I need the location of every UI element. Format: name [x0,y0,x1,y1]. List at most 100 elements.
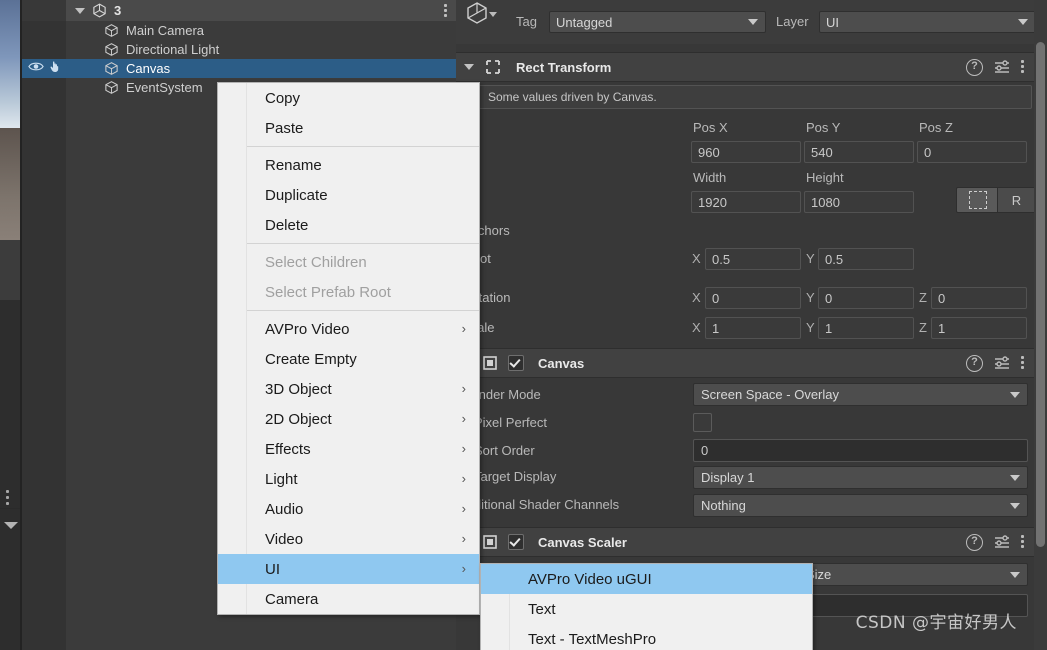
chevron-right-icon: › [461,411,466,426]
game-object-icon [104,42,119,57]
sort-order-label: Sort Order [474,443,535,458]
tag-dropdown[interactable]: Untagged [549,11,766,33]
canvas-scaler-icon [482,534,498,550]
context-menu-item-effects[interactable]: Effects › [218,434,479,464]
shader-channels-label: Additional Shader Channels [458,497,620,512]
component-kebab-icon[interactable] [1021,59,1024,75]
sort-order-input[interactable]: 0 [693,439,1028,462]
submenu-item-text[interactable]: Text [481,594,812,624]
preset-icon[interactable] [994,355,1010,371]
pos-y-input[interactable]: 540 [804,141,914,163]
hierarchy-context-menu[interactable]: Copy Paste Rename Duplicate Delete Select Chi… [217,82,480,615]
context-menu-item-avpro-video[interactable]: AVPro Video › [218,314,479,344]
context-menu-item-rename[interactable]: Rename [218,150,479,180]
pos-x-input[interactable]: 960 [691,141,801,163]
submenu-item-label: Text - TextMeshPro [528,630,657,648]
context-menu-item-label: 3D Object [265,380,332,398]
component-kebab-icon[interactable] [1021,355,1024,371]
context-menu-item-label: Select Children [265,253,367,271]
context-menu-separator [246,243,479,244]
anchor-r-button[interactable]: R [997,187,1036,213]
context-menu-item-duplicate[interactable]: Duplicate [218,180,479,210]
ui-submenu[interactable]: AVPro Video uGUI Text Text - TextMeshPro [480,563,813,650]
context-menu-item-audio[interactable]: Audio › [218,494,479,524]
context-menu-item-label: Video [265,530,304,548]
scene-toolbar-strip[interactable] [0,240,22,529]
hierarchy-row-directional-light[interactable]: Directional Light [22,40,456,59]
hierarchy-scene-header[interactable]: 3 [66,0,456,21]
canvas-scaler-enabled-checkbox[interactable] [508,534,524,550]
inspector-scrollbar-thumb[interactable] [1036,42,1045,547]
context-menu-item-light[interactable]: Light › [218,464,479,494]
component-header-icons: ? [966,533,1024,551]
chevron-down-icon[interactable] [75,7,85,14]
width-input[interactable]: 1920 [691,191,801,213]
pos-z-input[interactable]: 0 [917,141,1027,163]
component-header-icons: ? [966,58,1024,76]
context-menu-item-label: Paste [265,119,304,137]
context-menu-item-select-prefab-root: Select Prefab Root [218,277,479,307]
render-mode-dropdown[interactable]: Screen Space - Overlay [693,383,1028,406]
context-menu-item-camera[interactable]: Camera [218,584,479,614]
context-menu-item-ui[interactable]: UI › [218,554,479,584]
scene-view-strip[interactable] [0,0,22,650]
preset-icon[interactable] [994,59,1010,75]
context-menu-item-2d-object[interactable]: 2D Object › [218,404,479,434]
anchor-preset-button[interactable] [956,187,1000,213]
eye-icon[interactable] [28,60,44,78]
height-input[interactable]: 1080 [804,191,914,213]
context-menu-item-copy[interactable]: Copy [218,83,479,113]
context-menu-item-3d-object[interactable]: 3D Object › [218,374,479,404]
submenu-item-avpro-video-ugui[interactable]: AVPro Video uGUI [481,564,812,594]
rotation-x-input[interactable]: 0 [705,287,801,309]
scale-x-value: 1 [712,320,720,336]
submenu-item-label: Text [528,600,556,618]
chevron-down-icon [1010,571,1020,578]
hierarchy-kebab-icon[interactable] [444,4,448,18]
pivot-y-input[interactable]: 0.5 [818,248,914,270]
scale-z-input[interactable]: 1 [931,317,1027,339]
height-label: Height [806,170,844,185]
hand-pointer-icon[interactable] [48,59,62,78]
submenu-item-text-textmeshpro[interactable]: Text - TextMeshPro [481,624,812,650]
help-icon[interactable]: ? [966,354,983,372]
chevron-down-icon[interactable] [489,12,497,17]
pivot-x-input[interactable]: 0.5 [705,248,801,270]
context-menu-item-label: Select Prefab Root [265,283,391,301]
context-menu-item-create-empty[interactable]: Create Empty [218,344,479,374]
help-icon[interactable]: ? [966,58,983,76]
canvas-component-header[interactable]: Canvas ? [456,348,1034,378]
inspector-scrollbar-track[interactable] [1034,0,1047,650]
hierarchy-row-main-camera[interactable]: Main Camera [22,21,456,40]
pixel-perfect-checkbox[interactable] [693,413,712,432]
context-menu-item-label: Effects [265,440,311,458]
layer-dropdown[interactable]: UI [819,11,1036,33]
scale-y-input[interactable]: 1 [818,317,914,339]
scene-ground [0,128,22,244]
rect-transform-header[interactable]: Rect Transform ? [456,52,1034,82]
context-menu-item-video[interactable]: Video › [218,524,479,554]
context-menu-separator [246,310,479,311]
context-menu-item-delete[interactable]: Delete [218,210,479,240]
rotation-y-value: 0 [825,290,833,306]
layer-value: UI [826,14,839,30]
game-object-icon [104,23,119,38]
canvas-enabled-checkbox[interactable] [508,355,524,371]
target-display-dropdown[interactable]: Display 1 [693,466,1028,489]
rotation-z-input[interactable]: 0 [931,287,1027,309]
preset-icon[interactable] [994,534,1010,550]
canvas-scaler-header[interactable]: Canvas Scaler ? [456,527,1034,557]
hierarchy-row-canvas[interactable]: Canvas [22,59,456,78]
chevron-right-icon: › [461,561,466,576]
context-menu-item-label: Audio [265,500,304,518]
help-icon[interactable]: ? [966,533,983,551]
shader-channels-dropdown[interactable]: Nothing [693,494,1028,517]
component-kebab-icon[interactable] [1021,534,1024,550]
context-menu-item-label: UI [265,560,280,578]
rotation-y-input[interactable]: 0 [818,287,914,309]
context-menu-item-paste[interactable]: Paste [218,113,479,143]
scale-x-input[interactable]: 1 [705,317,801,339]
anchor-preset-icon [969,191,987,209]
chevron-down-icon[interactable] [464,64,474,70]
rotation-z-value: 0 [938,290,946,306]
